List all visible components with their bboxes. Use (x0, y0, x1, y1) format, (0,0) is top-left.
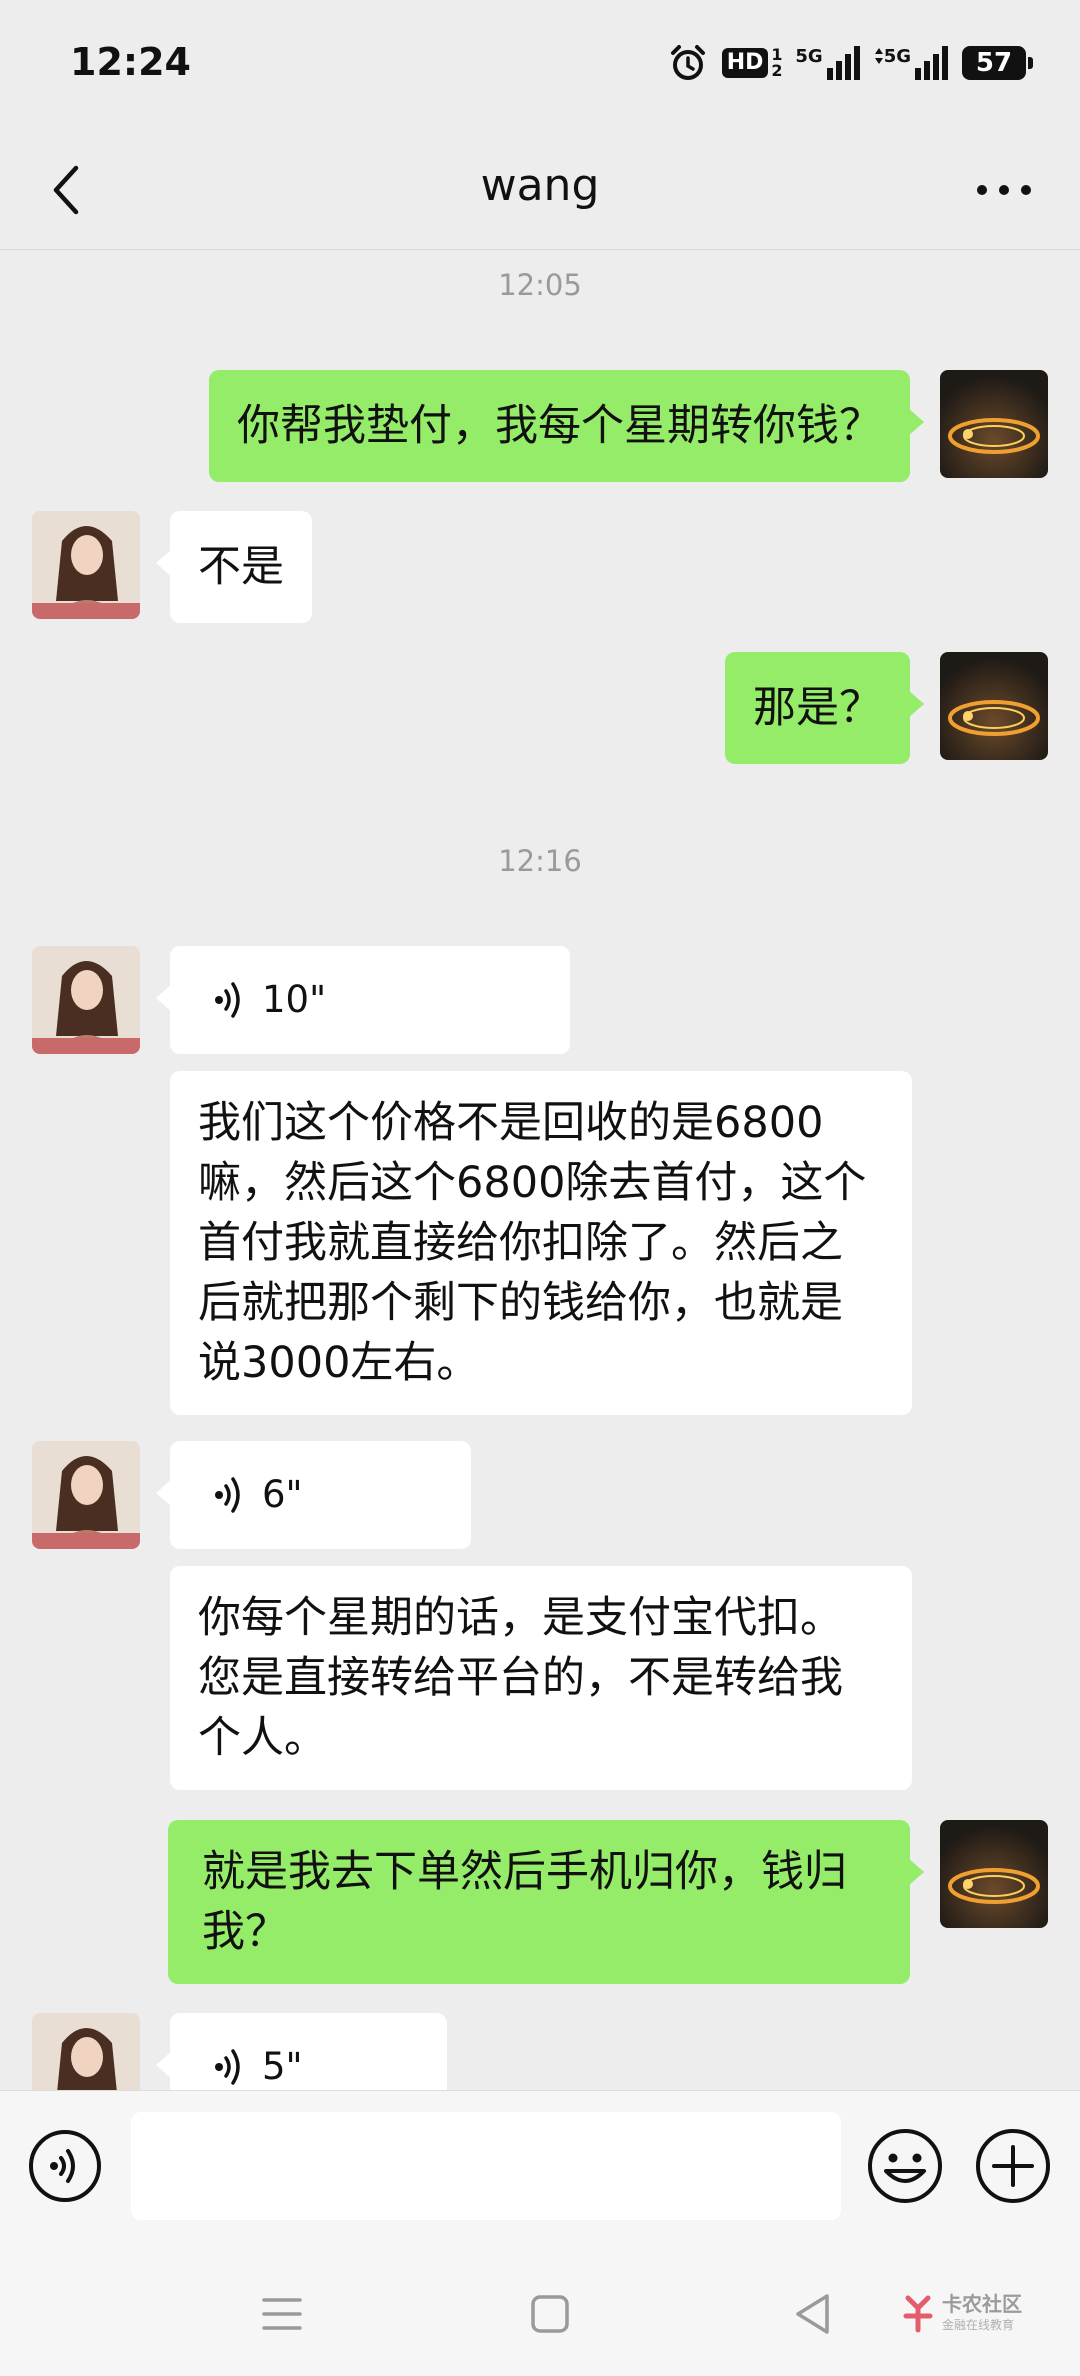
contact-avatar[interactable] (32, 2013, 140, 2090)
message-incoming[interactable]: 不是 (156, 511, 312, 623)
timestamp: 12:05 (498, 268, 582, 302)
voice-duration: 5" (262, 2045, 303, 2088)
signal-1: 5G (795, 46, 860, 80)
back-triangle-icon (796, 2294, 829, 2334)
signal-bars-icon (915, 46, 948, 80)
avatar-image (32, 511, 140, 619)
network-label-2: 5G (883, 46, 911, 67)
contact-avatar[interactable] (32, 511, 140, 619)
system-navigation-bar: 卡农社区 金融在线教育 (0, 2246, 1080, 2376)
network-label-1: 5G (795, 46, 823, 67)
voice-input-button[interactable] (28, 2129, 102, 2203)
voice-transcript[interactable]: 你每个星期的话，是支付宝代扣。 您是直接转给平台的，不是转给我 个人。 (170, 1566, 912, 1790)
voice-message[interactable]: 10" (156, 946, 570, 1054)
chat-header: wang (0, 130, 1080, 250)
voice-message[interactable]: 6" (156, 1441, 471, 1549)
status-time: 12:24 (70, 40, 191, 84)
contact-avatar[interactable] (32, 946, 140, 1054)
chat-title: wang (480, 160, 600, 211)
voice-transcript[interactable]: 我们这个价格不是回收的是6800 嘛，然后这个6800除去首付，这个 首付我就直… (170, 1071, 912, 1415)
chat-messages[interactable]: 12:05 你帮我垫付，我每个星期转你钱？ 不是 那是？ 12:16 10" 我… (0, 251, 1080, 2090)
voice-duration: 6" (262, 1473, 303, 1516)
avatar-image (32, 1441, 140, 1549)
my-avatar[interactable] (940, 1820, 1048, 1928)
alarm-icon (670, 45, 705, 80)
input-bar (0, 2090, 1080, 2246)
menu-icon (262, 2298, 302, 2330)
watermark-logo-icon (903, 2295, 933, 2333)
avatar-image (940, 1820, 1048, 1928)
voice-wave-icon (215, 2049, 240, 2085)
my-avatar[interactable] (940, 652, 1048, 760)
watermark-subtitle: 金融在线教育 (942, 2318, 1015, 2332)
avatar-image (32, 2013, 140, 2090)
voice-wave-icon (215, 1477, 240, 1513)
back-nav-button[interactable] (782, 2286, 842, 2342)
more-button[interactable] (964, 158, 1044, 222)
contact-avatar[interactable] (32, 1441, 140, 1549)
signal-2: 5G (874, 46, 948, 80)
data-arrows-icon (874, 48, 883, 64)
more-dots-icon (977, 185, 1031, 195)
home-square-icon (531, 2295, 569, 2333)
home-button[interactable] (520, 2286, 580, 2342)
timestamp: 12:16 (498, 844, 582, 878)
my-avatar[interactable] (940, 370, 1048, 478)
message-outgoing[interactable]: 就是我去下单然后手机归你，钱归 我？ (168, 1820, 924, 1984)
hd-label: HD (721, 48, 769, 78)
avatar-image (940, 370, 1048, 478)
avatar-image (940, 652, 1048, 760)
status-bar: 12:24 HD 1 2 5G 5G 57 (0, 0, 1080, 130)
signal-bars-icon (826, 46, 860, 80)
message-input[interactable] (131, 2112, 841, 2220)
voice-wave-icon (215, 982, 240, 1018)
message-outgoing[interactable]: 那是？ (725, 652, 924, 764)
voice-message[interactable]: 5" (156, 2013, 447, 2090)
emoji-icon (868, 2129, 942, 2203)
hd-badge: HD 1 2 (721, 45, 783, 80)
voice-duration: 10" (262, 978, 327, 1021)
more-functions-button[interactable] (974, 2127, 1052, 2205)
watermark: 卡农社区 金融在线教育 (900, 2288, 1060, 2344)
watermark-title: 卡农社区 (942, 2292, 1022, 2316)
recent-apps-button[interactable] (252, 2286, 312, 2342)
voice-input-icon (29, 2130, 101, 2202)
hd-sub: 1 2 (771, 45, 783, 80)
battery-indicator: 57 (962, 46, 1033, 80)
avatar-image (32, 946, 140, 1054)
plus-icon (976, 2129, 1050, 2203)
status-icons: HD 1 2 5G 5G 57 (668, 40, 1033, 86)
message-outgoing[interactable]: 你帮我垫付，我每个星期转你钱？ (209, 370, 924, 482)
emoji-button[interactable] (866, 2127, 944, 2205)
